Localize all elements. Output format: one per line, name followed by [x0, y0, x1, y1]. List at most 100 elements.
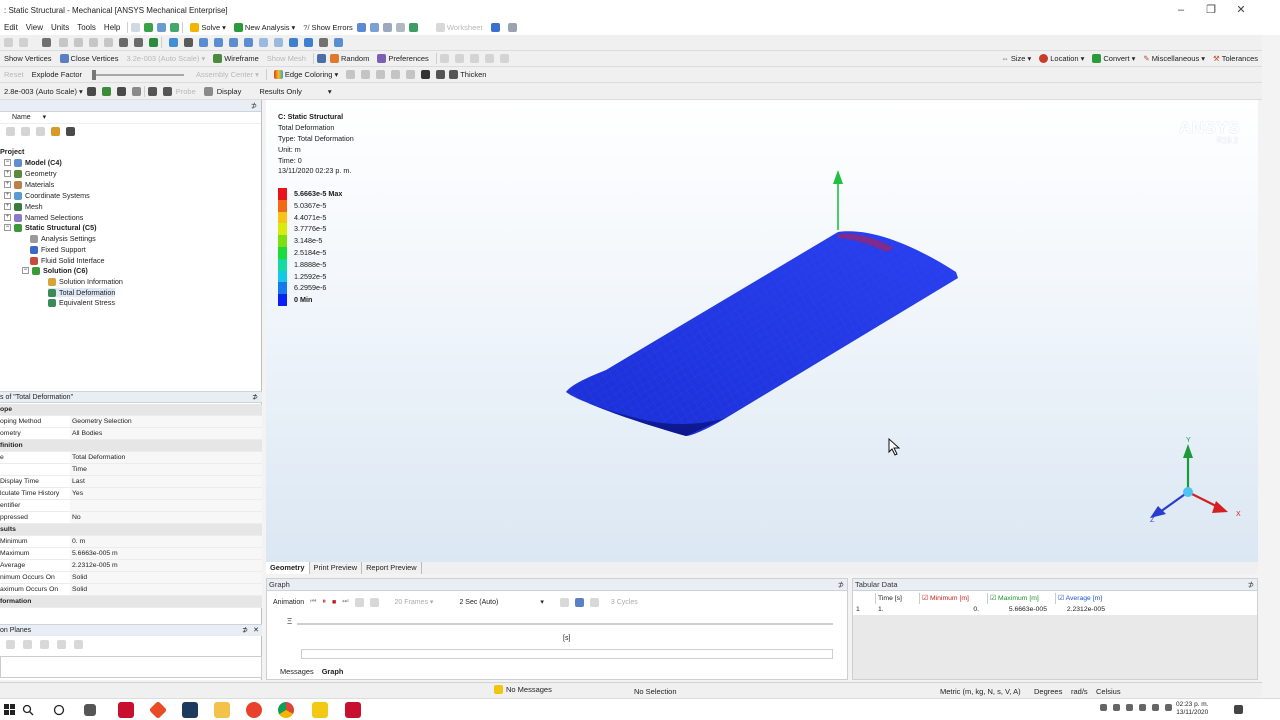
- tab-print-preview[interactable]: Print Preview: [310, 562, 363, 574]
- details-section-row[interactable]: sults: [0, 524, 262, 536]
- iso-view-icon[interactable]: [289, 38, 298, 47]
- details-row[interactable]: Display Time Last: [0, 476, 262, 488]
- tolerances-button[interactable]: ⚒ Tolerances: [1209, 54, 1262, 63]
- node-select-icon[interactable]: [119, 38, 128, 47]
- graphics-viewport[interactable]: C: Static Structural Total Deformation T…: [266, 100, 1258, 562]
- text-icon[interactable]: [395, 23, 405, 32]
- firefox-icon[interactable]: [246, 702, 262, 718]
- details-row[interactable]: Average 2.2312e-005 m: [0, 560, 262, 572]
- rotational-units-status[interactable]: rad/s: [1071, 687, 1088, 696]
- mechanical-icon[interactable]: [345, 702, 361, 718]
- collapse-tree-icon[interactable]: [21, 126, 30, 136]
- magnifier-icon[interactable]: [244, 38, 253, 47]
- details-row[interactable]: entifier: [0, 500, 262, 512]
- tabular-column-header[interactable]: Time [s]: [875, 593, 919, 604]
- convert-button[interactable]: Convert ▾: [1088, 54, 1139, 63]
- expand-toggle[interactable]: +: [4, 214, 11, 221]
- scale-dropdown-result[interactable]: 2.8e-003 (Auto Scale) ▾: [0, 87, 87, 96]
- body-select-icon[interactable]: [104, 38, 113, 47]
- expand-tree-icon[interactable]: [36, 126, 45, 136]
- max-icon[interactable]: [147, 86, 157, 96]
- tree-node-named-selections[interactable]: + Named Selections: [4, 213, 83, 222]
- pin-icon[interactable]: ⊅: [251, 100, 257, 112]
- new-analysis-button[interactable]: New Analysis ▾: [230, 23, 299, 32]
- edge-style-6-icon[interactable]: [421, 70, 431, 79]
- show-vertices-button[interactable]: Show Vertices: [0, 54, 56, 63]
- tree-node-mesh[interactable]: + Mesh: [4, 202, 43, 211]
- tabular-column-header[interactable]: ☑ Minimum [m]: [919, 593, 987, 604]
- column-checkbox-icon[interactable]: ☑: [922, 595, 930, 602]
- column-checkbox-icon[interactable]: ☑: [1058, 595, 1066, 602]
- cortana-icon[interactable]: [53, 704, 65, 716]
- collapse-toggle[interactable]: −: [4, 224, 11, 231]
- volume-icon[interactable]: [1165, 704, 1172, 711]
- tray-onedrive-icon[interactable]: [1126, 704, 1133, 711]
- expand-toggle[interactable]: +: [4, 181, 11, 188]
- box-zoom-icon[interactable]: [214, 38, 223, 47]
- cycles-label[interactable]: 3 Cycles: [611, 599, 638, 606]
- scale-dropdown[interactable]: 3.2e-003 (Auto Scale) ▾: [122, 54, 209, 63]
- worksheet-button[interactable]: Worksheet: [432, 23, 487, 32]
- tabular-pin-icon[interactable]: ⊅: [1248, 579, 1254, 591]
- battery-icon[interactable]: [1139, 704, 1146, 711]
- tree-node-geometry[interactable]: + Geometry: [4, 169, 57, 178]
- unit-system-status[interactable]: Metric (m, kg, N, s, V, A): [940, 687, 1021, 696]
- section-planes-list[interactable]: [0, 656, 262, 678]
- slider-thumb[interactable]: [92, 69, 97, 80]
- explode-factor-slider[interactable]: [92, 69, 185, 80]
- tree-node-fixed-support[interactable]: Fixed Support: [30, 245, 86, 254]
- restore-button[interactable]: ❐: [1204, 3, 1218, 17]
- details-pin-icon[interactable]: ⊅: [252, 392, 258, 404]
- tab-messages[interactable]: Messages: [276, 666, 318, 678]
- timeline-track[interactable]: [297, 623, 833, 625]
- expand-toggle[interactable]: +: [4, 170, 11, 177]
- thicken-edges-icon[interactable]: [316, 54, 326, 63]
- size-button[interactable]: ⇔ Size ▾: [997, 54, 1035, 63]
- frames-dropdown[interactable]: 20 Frames ▾: [395, 598, 434, 606]
- label-icon[interactable]: [203, 86, 213, 96]
- details-row[interactable]: Minimum 0. m: [0, 536, 262, 548]
- random-colors-button[interactable]: Random: [326, 54, 373, 63]
- messages-status[interactable]: No Messages: [494, 685, 552, 694]
- miscellaneous-button[interactable]: ✎ Miscellaneous ▾: [1139, 54, 1209, 63]
- export-video-icon[interactable]: [559, 597, 569, 607]
- align-4-icon[interactable]: [484, 54, 494, 63]
- face-select-icon[interactable]: [89, 38, 98, 47]
- file-explorer-icon[interactable]: [214, 702, 230, 718]
- undo-icon[interactable]: [4, 38, 13, 47]
- edges-icon[interactable]: [116, 86, 126, 96]
- details-section-row[interactable]: ope: [0, 404, 262, 416]
- new-icon[interactable]: [131, 23, 141, 32]
- expand-toggle[interactable]: +: [4, 192, 11, 199]
- tree-node-model[interactable]: − Model (C4): [4, 158, 62, 167]
- show-errors-button[interactable]: ?/Show Errors: [299, 23, 357, 32]
- tree-node-analysis-settings[interactable]: Analysis Settings: [30, 234, 96, 243]
- details-row[interactable]: aximum Occurs On Solid: [0, 584, 262, 596]
- tray-arrow-icon[interactable]: [1100, 704, 1107, 711]
- solve-button[interactable]: Solve ▾: [186, 23, 230, 32]
- tree-node-project[interactable]: Project: [0, 147, 24, 156]
- reset-explode-button[interactable]: Reset: [0, 70, 28, 79]
- tree-node-coordinate-systems[interactable]: + Coordinate Systems: [4, 191, 90, 200]
- section-add-icon[interactable]: [6, 640, 15, 649]
- angle-units-status[interactable]: Degrees: [1034, 687, 1062, 696]
- zoom-graph-icon[interactable]: [574, 597, 584, 607]
- edge-coloring-button[interactable]: Edge Coloring ▾: [270, 70, 342, 79]
- tray-app-icon[interactable]: [1113, 704, 1120, 711]
- app-store-icon[interactable]: [118, 702, 134, 718]
- search-tree-icon[interactable]: [6, 126, 15, 136]
- details-section-row[interactable]: finition: [0, 440, 262, 452]
- tree-node-total-deformation[interactable]: Total Deformation: [48, 288, 116, 297]
- thicken-button[interactable]: Thicken: [445, 70, 490, 79]
- task-view-icon[interactable]: [84, 704, 96, 716]
- ansys-icon[interactable]: [312, 702, 328, 718]
- pan-icon[interactable]: [184, 38, 193, 47]
- section-show-icon[interactable]: [57, 640, 66, 649]
- tab-geometry[interactable]: Geometry: [266, 562, 310, 574]
- previous-frame-icon[interactable]: ⏮: [310, 598, 316, 606]
- location-button[interactable]: Location ▾: [1035, 54, 1088, 63]
- tabular-row[interactable]: 1 1. 0. 5.6663e-005 2.2312e-005: [853, 604, 1257, 615]
- timeline-scrollbar[interactable]: [301, 649, 833, 659]
- show-mesh-button[interactable]: Show Mesh: [263, 54, 310, 63]
- edge-style-2-icon[interactable]: [361, 70, 371, 79]
